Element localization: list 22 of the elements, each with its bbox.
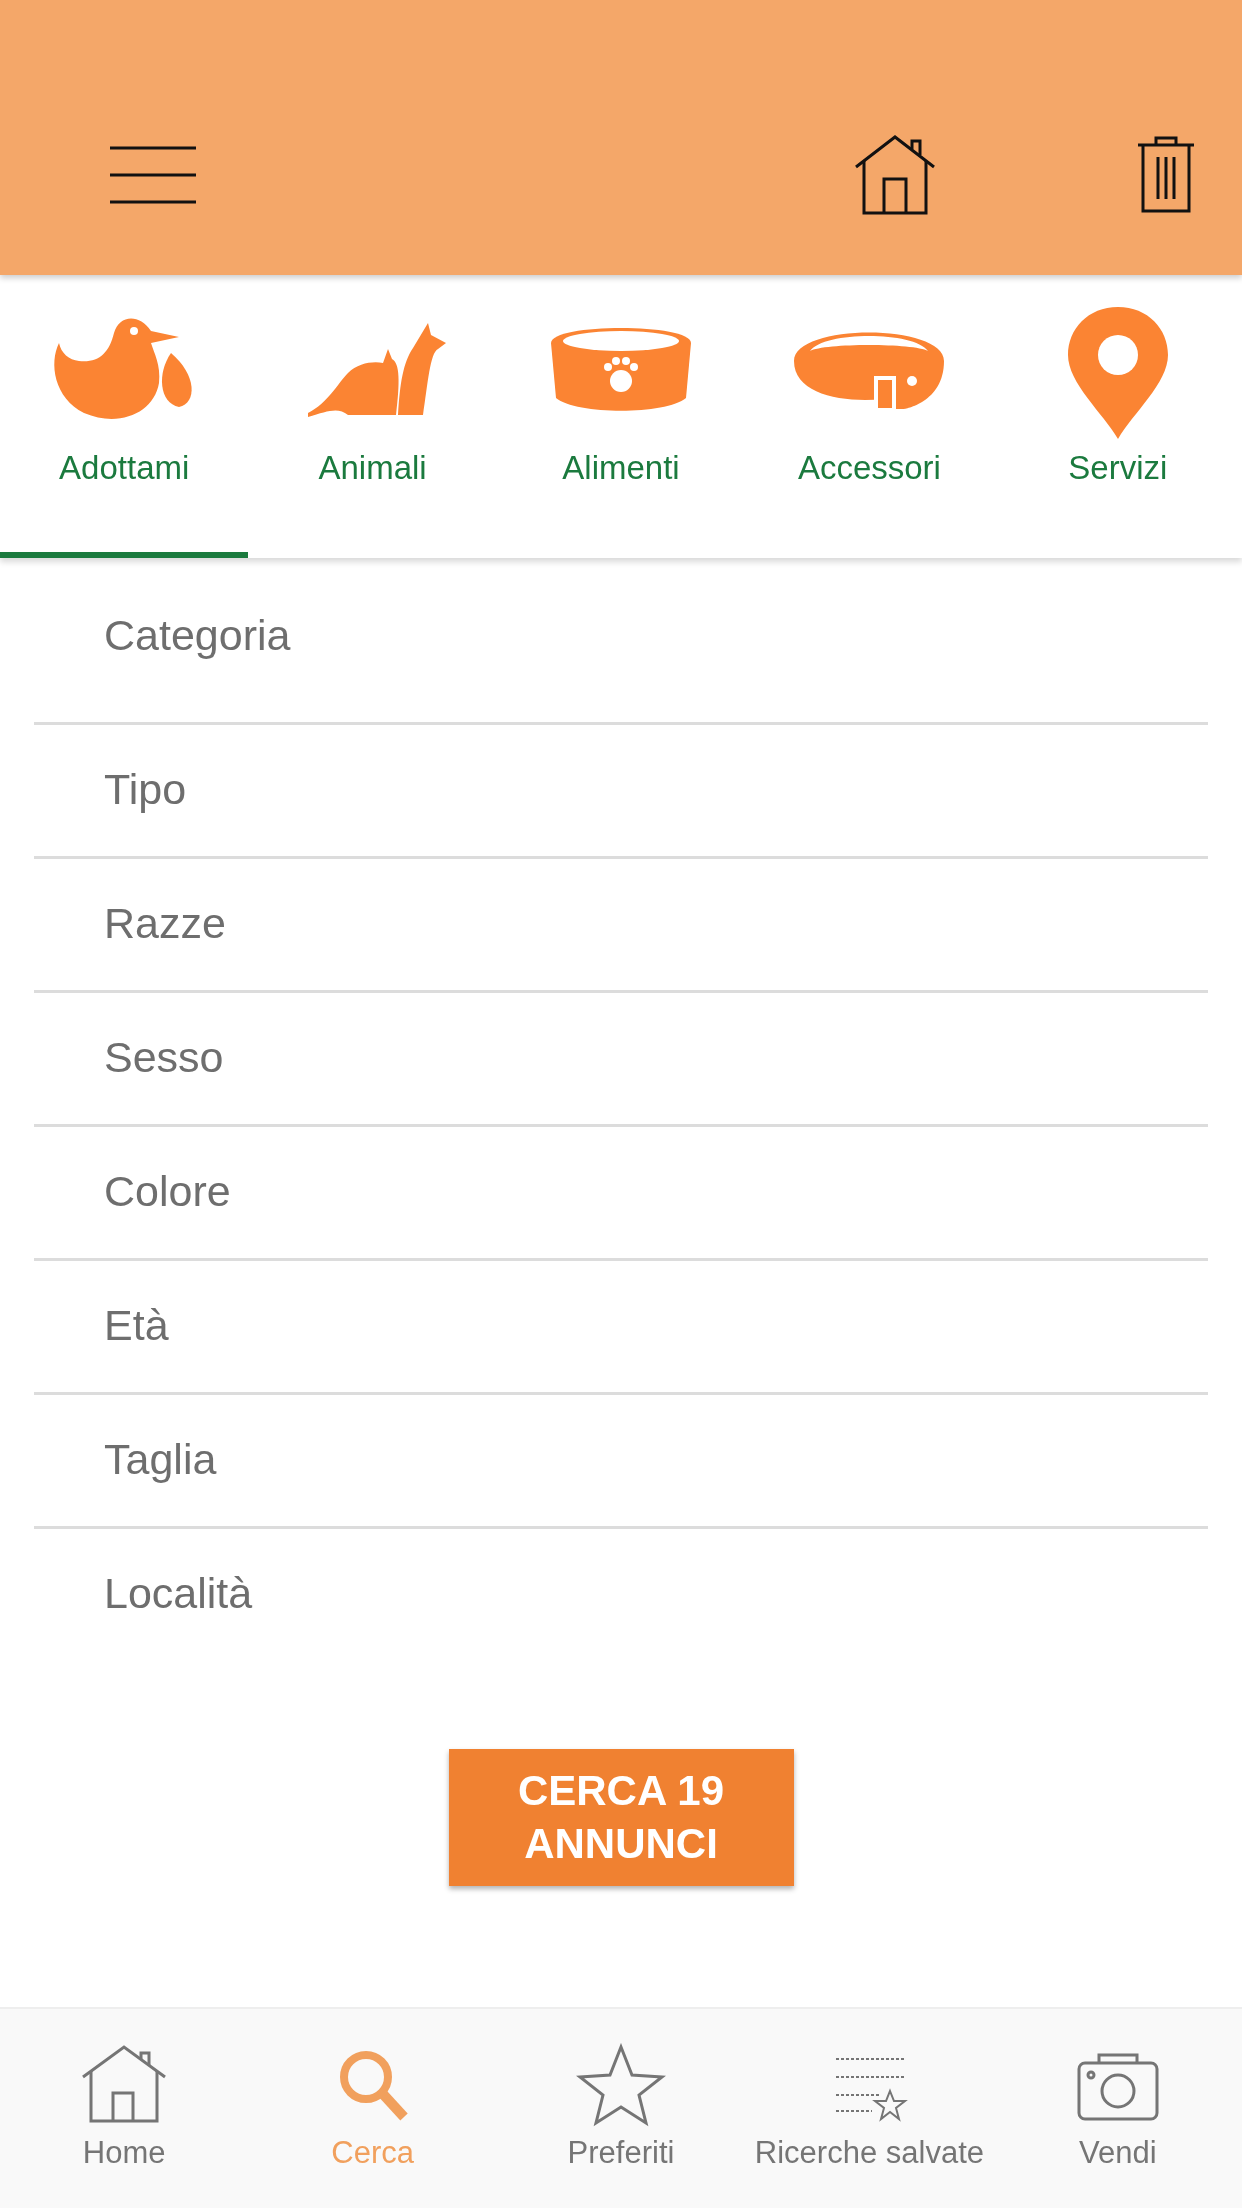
star-icon: [576, 2043, 666, 2127]
search-button[interactable]: CERCA 19 ANNUNCI: [448, 1749, 794, 1886]
nav-item[interactable]: Preferiti: [496, 2009, 746, 2208]
filter-row[interactable]: Tipo: [34, 725, 1208, 859]
nav-item[interactable]: Ricerche salvate: [745, 2009, 994, 2208]
nav-item[interactable]: Home: [0, 2009, 249, 2208]
category-tab[interactable]: Adottami: [0, 275, 249, 558]
category-tab[interactable]: Accessori: [745, 275, 994, 558]
filter-row[interactable]: Taglia: [34, 1395, 1208, 1529]
menu-icon[interactable]: [110, 145, 196, 205]
trash-icon[interactable]: [1136, 135, 1196, 215]
filter-row[interactable]: Età: [34, 1261, 1208, 1395]
filter-row[interactable]: Razze: [34, 859, 1208, 993]
filter-row[interactable]: Località: [34, 1529, 1208, 1663]
category-tab[interactable]: Alimenti: [496, 275, 746, 558]
category-tab[interactable]: Servizi: [993, 275, 1242, 558]
nav-item[interactable]: Vendi: [993, 2009, 1242, 2208]
filter-row[interactable]: Colore: [34, 1127, 1208, 1261]
filter-row[interactable]: Categoria: [34, 558, 1208, 725]
filter-row[interactable]: Sesso: [34, 993, 1208, 1127]
home-icon[interactable]: [854, 135, 936, 215]
category-tab[interactable]: Animali: [248, 275, 497, 558]
